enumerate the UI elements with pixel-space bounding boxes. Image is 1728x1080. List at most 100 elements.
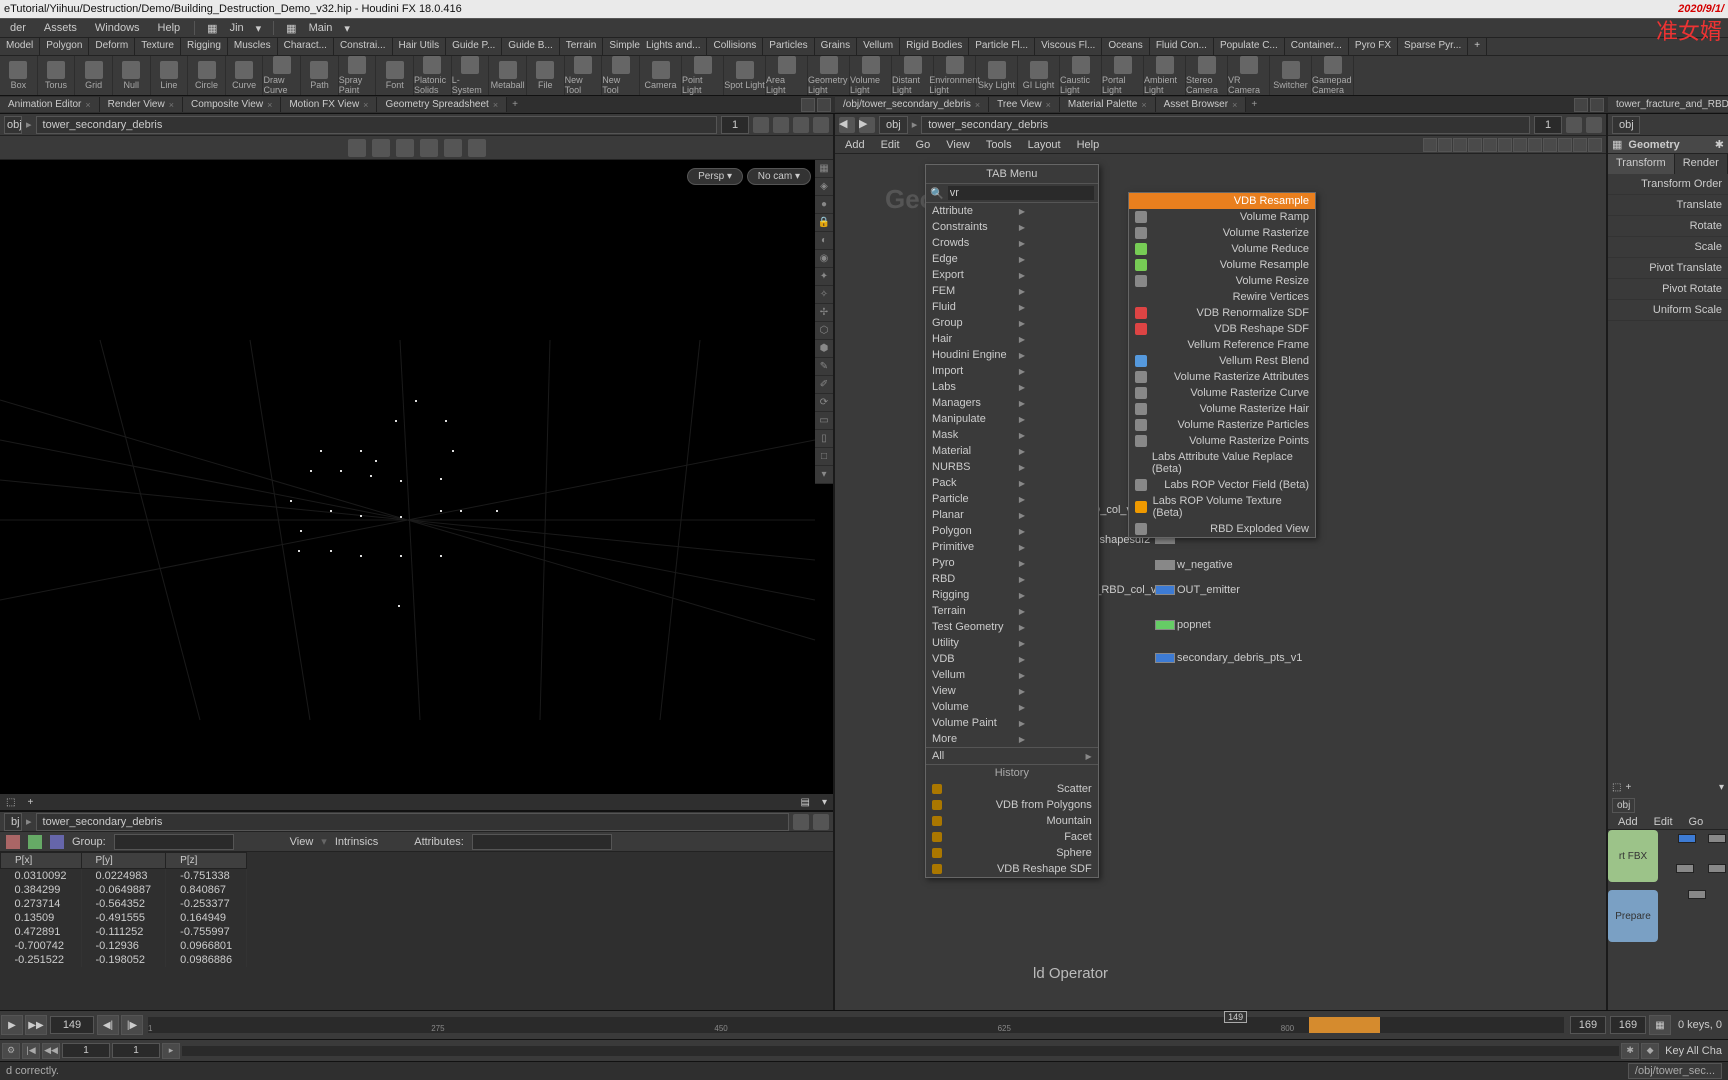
panel-tab[interactable]: /obj/tower_secondary_debris× <box>835 97 989 112</box>
tool-area-light[interactable]: Area Light <box>766 56 808 95</box>
shelf-tab[interactable]: Muscles <box>228 38 278 55</box>
tool-platonic-solids[interactable]: Platonic Solids <box>414 56 452 95</box>
shelf-tab[interactable]: Pyro FX <box>1349 38 1398 55</box>
rnet-add[interactable]: + <box>1625 782 1631 793</box>
tab-category[interactable]: Hair <box>926 331 1031 347</box>
playbar-track[interactable] <box>182 1046 1619 1056</box>
tab-all[interactable]: All <box>926 747 1098 764</box>
mini-node[interactable] <box>1708 834 1726 843</box>
tab-category[interactable]: Import <box>926 363 1031 379</box>
tab-category[interactable]: Polygon <box>926 523 1031 539</box>
net-icon[interactable] <box>1528 138 1542 152</box>
right-mini-network[interactable]: rt FBXPrepare <box>1608 830 1728 1010</box>
tool-new-tool[interactable]: New Tool <box>602 56 640 95</box>
column-header[interactable]: P[x] <box>1 853 82 869</box>
shelf-tab[interactable]: Hair Utils <box>393 38 447 55</box>
disp-icon[interactable]: ◈ <box>815 178 833 196</box>
step-fwd-button[interactable]: |▶ <box>121 1015 143 1035</box>
param-gear-icon[interactable]: ✱ <box>1715 138 1724 151</box>
tab-category[interactable]: Volume <box>926 699 1031 715</box>
tab-category[interactable]: Constraints <box>926 219 1031 235</box>
panel-tab[interactable]: Composite View× <box>183 97 281 112</box>
rnet-obj[interactable]: obj <box>1612 798 1635 813</box>
history-item[interactable]: VDB Reshape SDF <box>926 861 1098 877</box>
rnet-edit[interactable]: Edit <box>1648 816 1679 828</box>
shelf-tab[interactable]: Lights and... <box>640 38 707 55</box>
tool-grid[interactable]: Grid <box>75 56 113 95</box>
tab-category[interactable]: VDB <box>926 651 1031 667</box>
disp-icon[interactable]: □ <box>815 448 833 466</box>
disp-icon[interactable]: ⬡ <box>815 322 833 340</box>
disp-icon[interactable]: ▭ <box>815 412 833 430</box>
panel-tab[interactable]: Asset Browser× <box>1156 97 1247 112</box>
net-icon[interactable] <box>1513 138 1527 152</box>
rotate-tool-icon[interactable] <box>396 139 414 157</box>
frame-marker[interactable]: 149 <box>1224 1011 1247 1023</box>
network-node[interactable]: OUT_emitter <box>1155 584 1240 596</box>
expand-icon[interactable]: ▤ <box>795 796 816 809</box>
disp-icon[interactable]: ✎ <box>815 358 833 376</box>
tab-category[interactable]: Mask <box>926 427 1031 443</box>
param-header-icon[interactable]: ▦ <box>1612 138 1622 151</box>
gear-icon[interactable] <box>793 117 809 133</box>
tab-result[interactable]: Rewire Vertices <box>1129 289 1315 305</box>
path-node[interactable]: tower_secondary_debris <box>36 116 717 134</box>
pin-icon[interactable] <box>753 117 769 133</box>
menu-render[interactable]: der <box>2 20 34 36</box>
network-node[interactable]: w_negative <box>1155 559 1233 571</box>
tool-volume-light[interactable]: Volume Light <box>850 56 892 95</box>
panel-tab[interactable]: Tree View× <box>989 97 1060 112</box>
tool-distant-light[interactable]: Distant Light <box>892 56 934 95</box>
shelf-tab[interactable]: Model <box>0 38 40 55</box>
tab-search-input[interactable] <box>948 186 1094 200</box>
tool-switcher[interactable]: Switcher <box>1270 56 1312 95</box>
intrinsics-label[interactable]: Intrinsics <box>335 836 378 848</box>
end-frame-1[interactable]: 169 <box>1570 1016 1606 1034</box>
tab-result[interactable]: Volume Rasterize Points <box>1129 433 1315 449</box>
play-fwd-button[interactable]: ▶▶ <box>25 1015 47 1035</box>
disp-icon[interactable]: ● <box>815 196 833 214</box>
menu-icon[interactable]: ▾ <box>816 796 833 809</box>
tab-result[interactable]: Labs ROP Vector Field (Beta) <box>1129 477 1315 493</box>
shelf-tab[interactable]: Charact... <box>278 38 334 55</box>
tab-category[interactable]: Planar <box>926 507 1031 523</box>
tool-curve[interactable]: Curve <box>226 56 264 95</box>
tool-file[interactable]: File <box>527 56 565 95</box>
fwd-icon[interactable]: ▶ <box>859 117 875 133</box>
mini-node[interactable] <box>1678 834 1696 843</box>
auto-key-icon[interactable]: ✱ <box>1621 1043 1639 1059</box>
snap-tool-icon[interactable] <box>468 139 486 157</box>
column-header[interactable]: P[z] <box>166 853 247 869</box>
ss-pin-icon[interactable] <box>793 814 809 830</box>
shelf-tab[interactable]: Oceans <box>1102 38 1149 55</box>
desktop-selector-1[interactable]: ▦ Jin ▾ <box>201 20 267 36</box>
panel-tab[interactable]: Geometry Spreadsheet× <box>377 97 507 112</box>
net-help[interactable]: Help <box>1071 139 1106 151</box>
tab-category[interactable]: Rigging <box>926 587 1031 603</box>
play-button[interactable]: ▶ <box>1 1015 23 1035</box>
tab-result[interactable]: Volume Rasterize Hair <box>1129 401 1315 417</box>
net-icon[interactable] <box>1588 138 1602 152</box>
tab-result[interactable]: VDB Resample <box>1129 193 1315 209</box>
real-start-input[interactable] <box>112 1043 160 1058</box>
shelf-tab[interactable]: Particles <box>763 38 814 55</box>
history-item[interactable]: Mountain <box>926 813 1098 829</box>
tool-vr-camera[interactable]: VR Camera <box>1228 56 1270 95</box>
shelf-tab[interactable]: Guide B... <box>502 38 559 55</box>
desktop-selector-2[interactable]: ▦ Main ▾ <box>280 20 356 36</box>
tool-new-tool[interactable]: New Tool <box>565 56 603 95</box>
panel-tab-add[interactable]: + <box>507 99 523 110</box>
timeline-opts-icon[interactable]: ▦ <box>1649 1015 1671 1035</box>
tool-metaball[interactable]: Metaball <box>489 56 527 95</box>
disp-icon[interactable]: ✐ <box>815 376 833 394</box>
disp-icon[interactable]: ✢ <box>815 304 833 322</box>
tab-result[interactable]: Volume Resample <box>1129 257 1315 273</box>
tab-category[interactable]: Test Geometry <box>926 619 1031 635</box>
tab-category[interactable]: Attribute <box>926 203 1031 219</box>
shelf-tab[interactable]: Guide P... <box>446 38 502 55</box>
disp-icon[interactable]: ▦ <box>815 160 833 178</box>
shelf-tab[interactable]: Deform <box>89 38 135 55</box>
disp-icon[interactable]: ◐ <box>815 232 833 250</box>
network-box[interactable]: Prepare <box>1608 890 1658 942</box>
right-tab[interactable]: tower_fracture_and_RBD <box>1608 97 1728 112</box>
